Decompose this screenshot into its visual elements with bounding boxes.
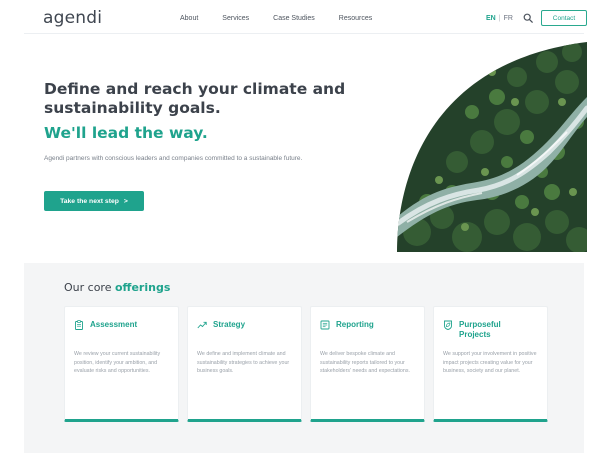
leaf-badge-icon [444, 320, 452, 330]
lang-separator: | [498, 15, 501, 22]
page: agendi About Services Case Studies Resou… [0, 0, 608, 453]
card-title: Reporting [336, 320, 374, 329]
offering-card-strategy[interactable]: Strategy We define and implement climate… [187, 306, 302, 422]
logo[interactable]: agendi [43, 8, 102, 28]
offering-card-reporting[interactable]: Reporting We deliver bespoke climate and… [310, 306, 425, 422]
header-divider [24, 33, 584, 34]
card-text: We deliver bespoke climate and sustainab… [320, 351, 410, 375]
card-title: Assessment [90, 320, 138, 329]
card-text: We support your involvement in positive … [443, 351, 537, 375]
card-title: Purposeful Projects [459, 320, 501, 339]
language-switcher: EN | FR [486, 15, 513, 22]
hero-description: Agendi partners with conscious leaders a… [44, 155, 303, 162]
card-text: We define and implement climate and sust… [197, 351, 290, 375]
search-icon[interactable] [523, 13, 533, 23]
card-head: Strategy [197, 320, 245, 330]
clipboard-icon [75, 320, 83, 330]
chevron-right-icon: > [123, 197, 128, 205]
lang-en[interactable]: EN [486, 15, 496, 22]
cta-button[interactable]: Take the next step > [44, 191, 144, 211]
hero-title: Define and reach your climate and sustai… [44, 80, 346, 117]
nav-resources[interactable]: Resources [339, 15, 372, 22]
contact-button[interactable]: Contact [541, 10, 587, 26]
offerings-title-prefix: Our core [64, 281, 112, 294]
offering-card-purposeful-projects[interactable]: Purposeful Projects We support your invo… [433, 306, 548, 422]
report-icon [320, 320, 330, 330]
card-head: Purposeful Projects [443, 320, 529, 340]
main-nav: About Services Case Studies Resources [180, 15, 396, 22]
lang-fr[interactable]: FR [504, 15, 513, 22]
hero-forest-image [397, 42, 587, 252]
nav-about[interactable]: About [180, 15, 198, 22]
card-text: We review your current sustainability po… [74, 351, 161, 375]
nav-case-studies[interactable]: Case Studies [273, 15, 315, 22]
card-title: Strategy [213, 320, 246, 329]
card-head: Assessment [74, 320, 137, 330]
trend-up-icon [197, 321, 207, 329]
hero-accent: We'll lead the way. [44, 124, 208, 142]
card-head: Reporting [320, 320, 374, 330]
cta-label: Take the next step [60, 197, 119, 205]
site-header: agendi About Services Case Studies Resou… [0, 0, 608, 36]
offerings-title-highlight: offerings [114, 281, 171, 294]
nav-services[interactable]: Services [222, 15, 249, 22]
offering-card-assessment[interactable]: Assessment We review your current sustai… [64, 306, 179, 422]
offerings-title: Our core offerings [64, 281, 170, 294]
